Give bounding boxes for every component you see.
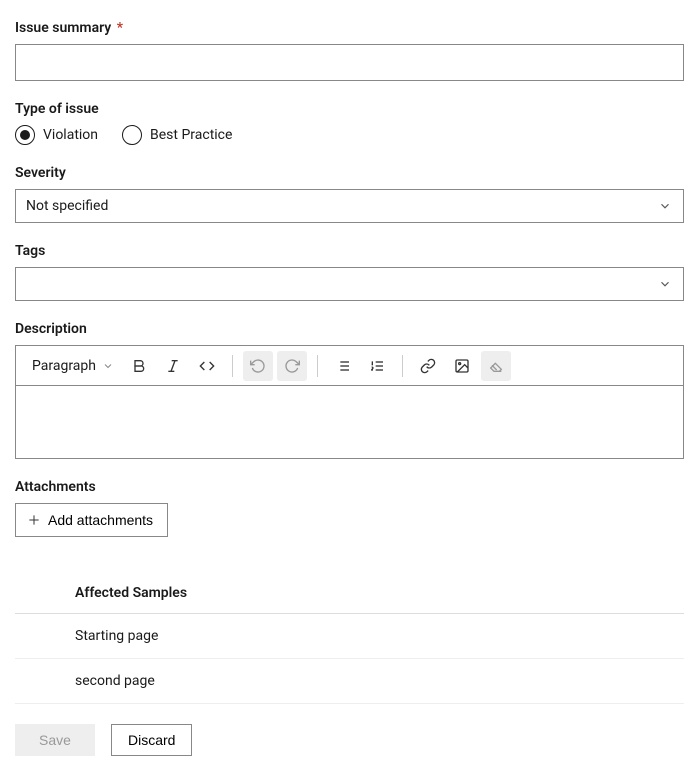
sample-row: second page <box>15 659 684 704</box>
description-field: Description Paragraph <box>15 321 684 459</box>
bold-icon <box>131 358 147 374</box>
clear-format-button[interactable] <box>481 351 511 381</box>
issue-summary-input[interactable] <box>15 44 684 81</box>
image-icon <box>454 358 470 374</box>
save-button[interactable]: Save <box>15 724 95 756</box>
type-of-issue-label: Type of issue <box>15 101 684 117</box>
affected-samples-section: Affected Samples Starting page second pa… <box>15 573 684 704</box>
radio-label: Violation <box>43 127 98 143</box>
severity-field: Severity Not specified <box>15 165 684 223</box>
tags-field: Tags <box>15 243 684 301</box>
add-attachments-button[interactable]: Add attachments <box>15 503 168 537</box>
bullet-list-icon <box>335 358 351 374</box>
issue-summary-label: Issue summary * <box>15 20 684 36</box>
link-icon <box>420 358 436 374</box>
sample-label: second page <box>75 673 155 689</box>
type-of-issue-radio-group: Violation Best Practice <box>15 125 684 145</box>
description-editor: Paragraph <box>15 345 684 459</box>
sample-row: Starting page <box>15 614 684 659</box>
footer-buttons: Save Discard <box>15 724 684 756</box>
toolbar-separator <box>232 355 233 377</box>
link-button[interactable] <box>413 351 443 381</box>
editor-toolbar: Paragraph <box>16 346 683 386</box>
bullet-list-button[interactable] <box>328 351 358 381</box>
bold-button[interactable] <box>124 351 154 381</box>
attachments-field: Attachments Add attachments <box>15 479 684 537</box>
chevron-down-icon <box>102 360 114 372</box>
add-attachments-label: Add attachments <box>48 512 153 528</box>
toolbar-separator <box>317 355 318 377</box>
tags-label: Tags <box>15 243 684 259</box>
plus-icon <box>26 512 42 528</box>
attachments-label: Attachments <box>15 479 684 495</box>
italic-icon <box>165 358 181 374</box>
description-input[interactable] <box>16 386 683 458</box>
numbered-list-button[interactable] <box>362 351 392 381</box>
paragraph-style-label: Paragraph <box>32 358 96 374</box>
paragraph-style-select[interactable]: Paragraph <box>26 354 120 378</box>
toolbar-separator <box>402 355 403 377</box>
code-icon <box>199 358 215 374</box>
issue-summary-field: Issue summary * <box>15 20 684 81</box>
discard-button[interactable]: Discard <box>111 724 192 756</box>
severity-value: Not specified <box>26 198 108 214</box>
eraser-icon <box>488 358 504 374</box>
radio-icon <box>15 125 35 145</box>
radio-option-violation[interactable]: Violation <box>15 125 98 145</box>
severity-label: Severity <box>15 165 684 181</box>
required-indicator: * <box>117 20 123 36</box>
sample-label: Starting page <box>75 628 158 644</box>
description-label: Description <box>15 321 684 337</box>
tags-select[interactable] <box>15 267 684 301</box>
radio-icon <box>122 125 142 145</box>
radio-option-best-practice[interactable]: Best Practice <box>122 125 232 145</box>
issue-summary-label-text: Issue summary <box>15 20 111 36</box>
type-of-issue-field: Type of issue Violation Best Practice <box>15 101 684 145</box>
affected-samples-header: Affected Samples <box>15 573 684 614</box>
redo-button[interactable] <box>277 351 307 381</box>
italic-button[interactable] <box>158 351 188 381</box>
numbered-list-icon <box>369 358 385 374</box>
image-button[interactable] <box>447 351 477 381</box>
severity-select[interactable]: Not specified <box>15 189 684 223</box>
undo-button[interactable] <box>243 351 273 381</box>
undo-icon <box>250 358 266 374</box>
redo-icon <box>284 358 300 374</box>
code-button[interactable] <box>192 351 222 381</box>
radio-label: Best Practice <box>150 127 232 143</box>
